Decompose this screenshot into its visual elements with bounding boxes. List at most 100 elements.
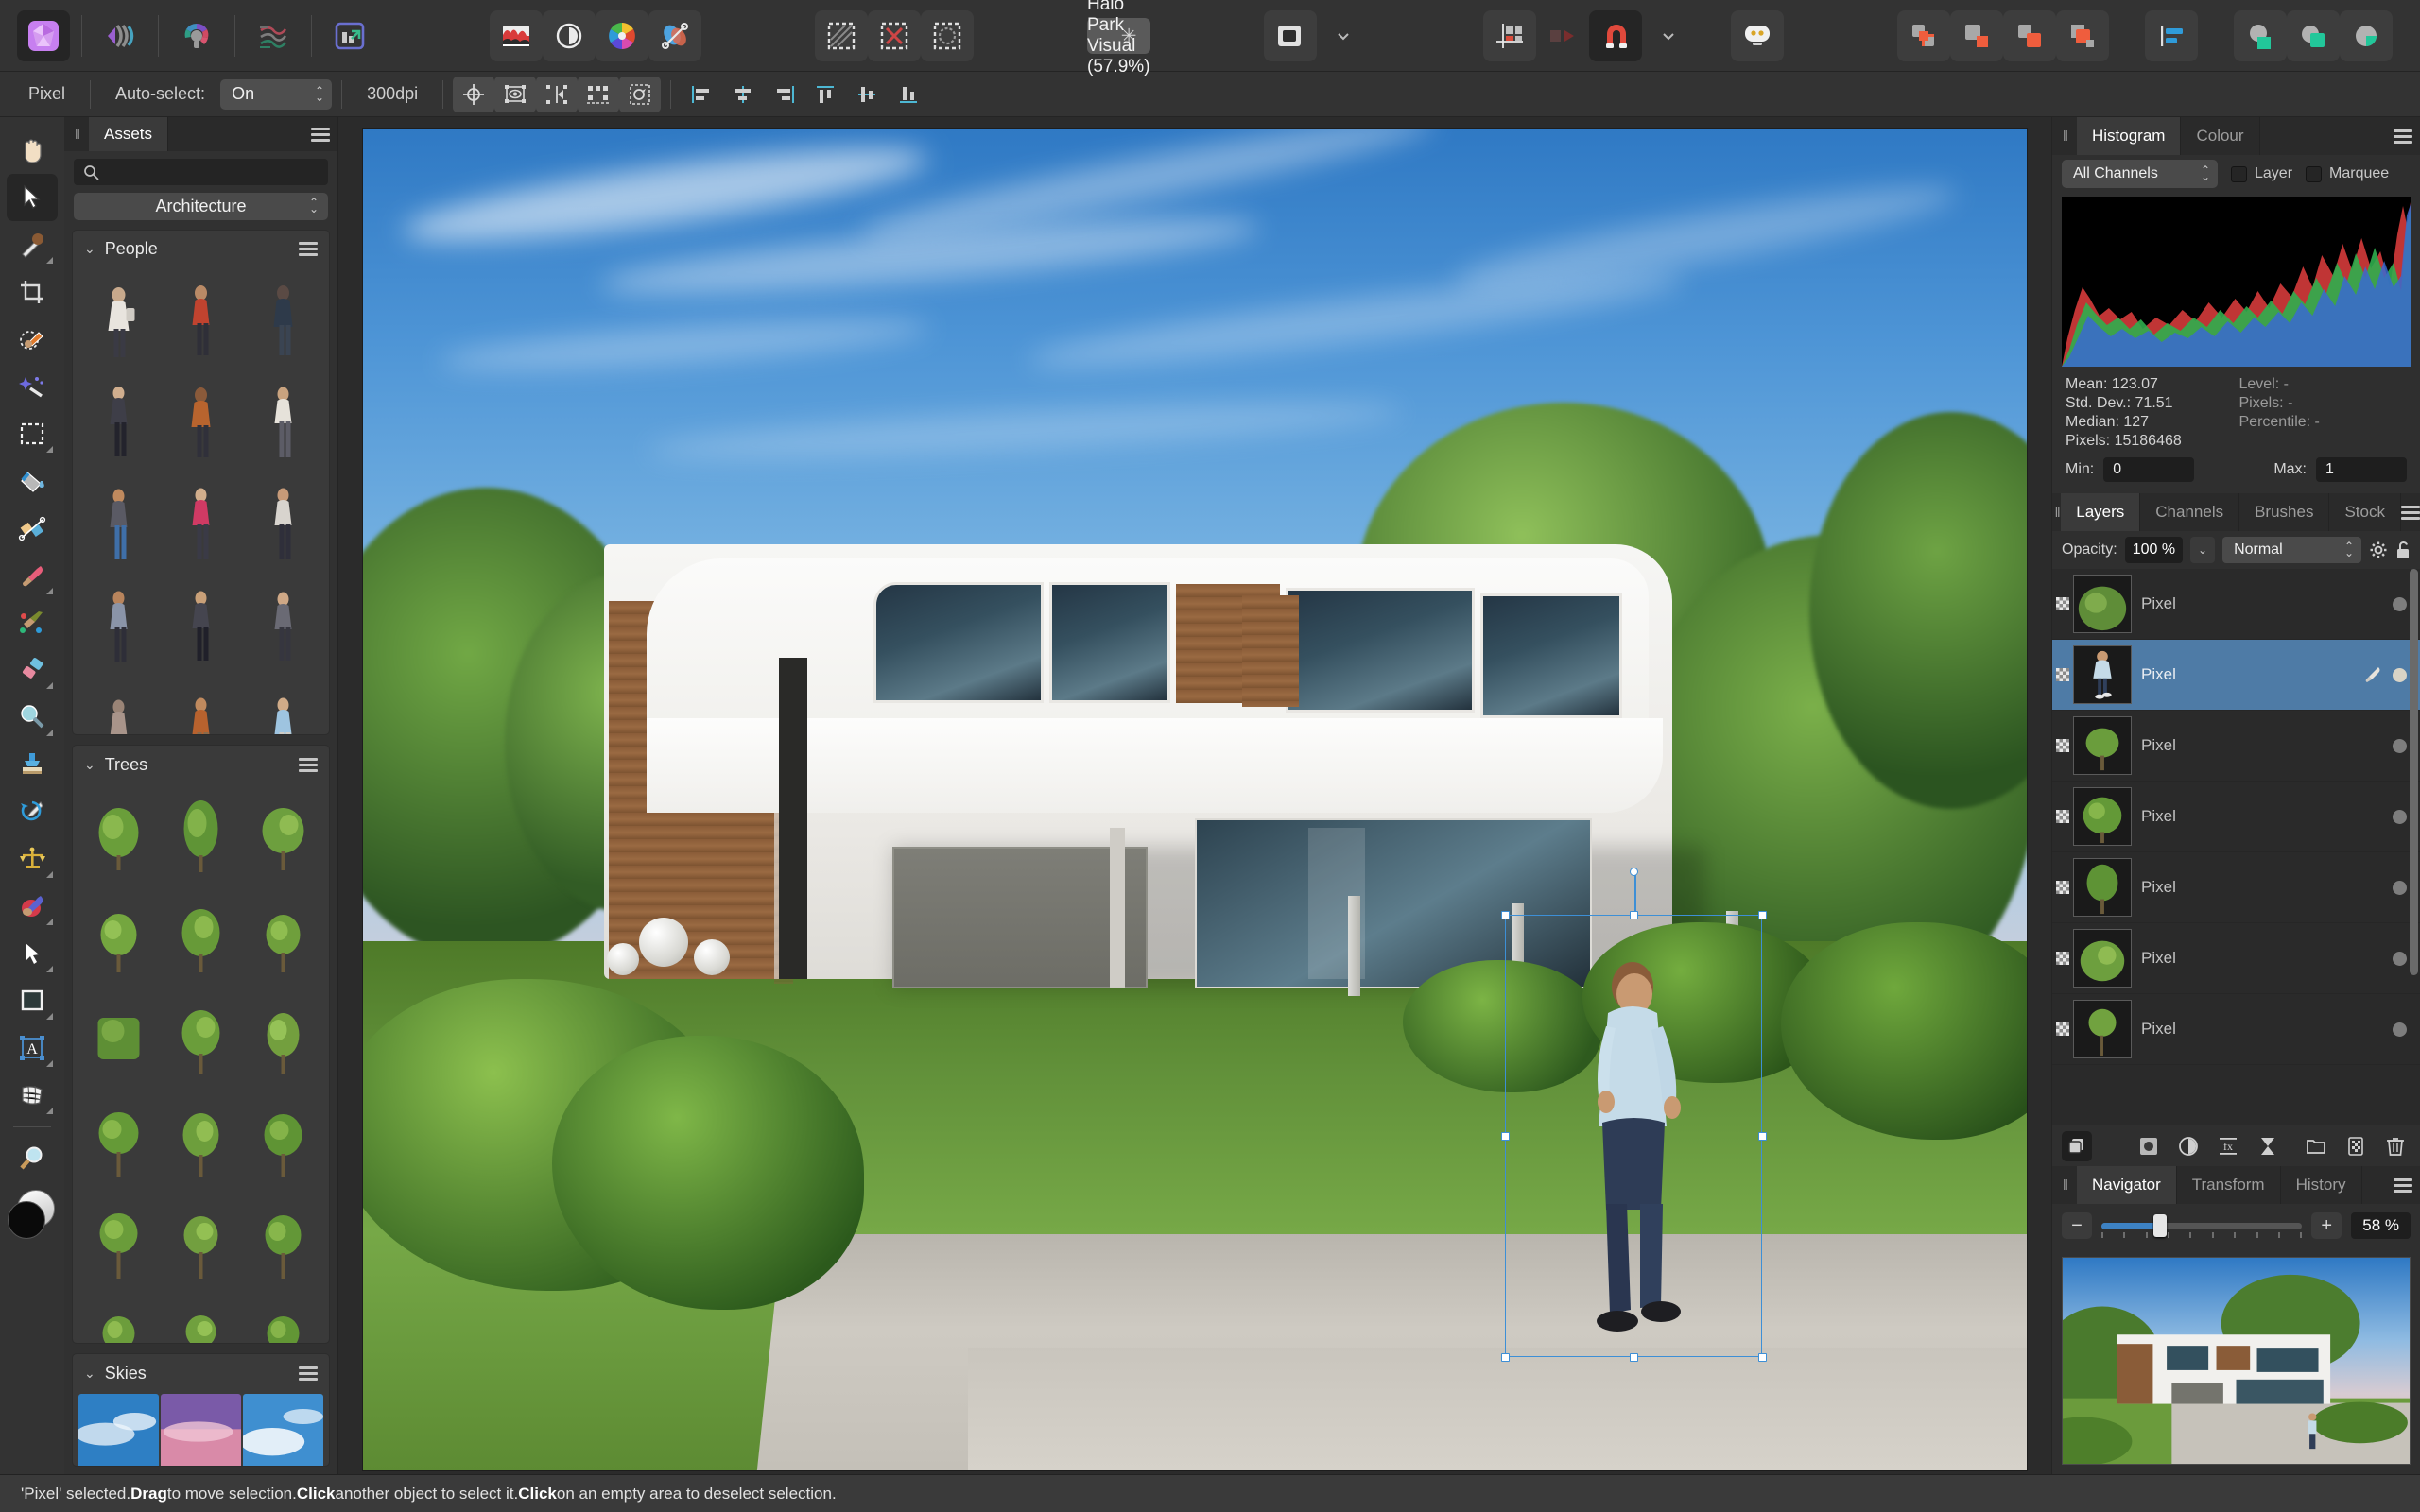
merge-icon[interactable] xyxy=(2286,9,2340,61)
align-middle-icon[interactable] xyxy=(847,77,889,112)
layers-panel-menu-icon[interactable] xyxy=(2401,493,2420,531)
paint-mixer-tool[interactable] xyxy=(7,599,58,646)
selection-handle-tr[interactable] xyxy=(1758,911,1767,919)
divide-icon[interactable] xyxy=(2055,9,2109,61)
align-icon[interactable] xyxy=(2144,9,2198,61)
layer-modes-icon[interactable] xyxy=(2062,1130,2092,1161)
marquee-checkbox[interactable]: Marquee xyxy=(2306,165,2389,182)
asset-thumb[interactable] xyxy=(161,1194,241,1295)
asset-thumb[interactable] xyxy=(243,989,323,1091)
table-row[interactable]: Pixel xyxy=(2052,640,2420,711)
tone-mapping-persona-icon[interactable] xyxy=(247,10,300,61)
canvas-area[interactable] xyxy=(338,117,2051,1474)
combine-icon[interactable] xyxy=(2233,9,2287,61)
add-group-icon[interactable] xyxy=(2301,1131,2331,1161)
table-row[interactable]: Pixel xyxy=(2052,782,2420,852)
tab-colour[interactable]: Colour xyxy=(2181,117,2260,155)
layer-selection-dot[interactable] xyxy=(2393,1022,2407,1037)
asset-groups-list[interactable]: ⌄ People ⌄ Trees ⌄ Skies xyxy=(64,229,337,1474)
add-pixel-layer-icon[interactable] xyxy=(2341,1131,2371,1161)
min-input[interactable]: 0 xyxy=(2103,457,2195,482)
align-top-icon[interactable] xyxy=(805,77,847,112)
adjustment-layer-icon[interactable] xyxy=(2173,1131,2204,1161)
navigator-panel-menu-icon[interactable] xyxy=(2386,1166,2420,1204)
layer-visibility-toggle[interactable] xyxy=(2052,782,2073,851)
opacity-dropdown-icon[interactable]: ⌄ xyxy=(2190,537,2216,563)
asset-thumb[interactable] xyxy=(78,1091,159,1193)
layer-edit-brush-icon[interactable] xyxy=(2364,665,2383,684)
asset-group-header[interactable]: ⌄ Skies xyxy=(73,1354,329,1392)
asset-thumb[interactable] xyxy=(243,473,323,575)
asset-category-dropdown[interactable]: Architecture ⌃ ⌄ xyxy=(74,192,328,220)
delete-layer-icon[interactable] xyxy=(2380,1131,2411,1161)
channel-dropdown[interactable]: All Channels ⌃ ⌄ xyxy=(2062,160,2218,188)
move-origin-icon[interactable] xyxy=(453,76,495,112)
snapping-icon[interactable] xyxy=(1588,9,1642,61)
selection-brush-tool[interactable] xyxy=(7,316,58,363)
align-left-icon[interactable] xyxy=(681,77,722,112)
foreground-colour-swatch[interactable] xyxy=(8,1201,45,1239)
inpainting-tool[interactable] xyxy=(7,883,58,930)
asset-group-menu-icon[interactable] xyxy=(299,757,318,772)
tab-brushes[interactable]: Brushes xyxy=(2239,493,2330,531)
layer-selection-dot[interactable] xyxy=(2393,738,2407,753)
asset-thumb[interactable] xyxy=(243,1091,323,1193)
asset-thumb[interactable] xyxy=(78,1194,159,1295)
dodge-burn-tool[interactable] xyxy=(7,835,58,883)
live-filter-icon[interactable] xyxy=(648,9,701,61)
asset-thumb[interactable] xyxy=(161,576,241,677)
select-all-icon[interactable] xyxy=(815,9,868,61)
selection-handle-bc[interactable] xyxy=(1630,1353,1638,1362)
align-center-icon[interactable] xyxy=(722,77,764,112)
layer-selection-dot[interactable] xyxy=(2393,596,2407,611)
colour-wheel-icon[interactable] xyxy=(596,9,648,61)
document-canvas[interactable] xyxy=(363,129,2027,1470)
photo-persona-icon[interactable] xyxy=(17,9,70,61)
zoom-slider[interactable] xyxy=(2101,1212,2303,1239)
auto-select-dropdown[interactable]: On ⌃ ⌄ xyxy=(220,78,333,110)
liquify-persona-icon[interactable] xyxy=(94,10,147,61)
layer-checkbox[interactable]: Layer xyxy=(2231,165,2292,182)
asset-thumb[interactable] xyxy=(78,371,159,472)
asset-thumb[interactable] xyxy=(243,887,323,988)
flood-fill-tool[interactable] xyxy=(7,457,58,505)
asset-thumb[interactable] xyxy=(243,371,323,472)
layer-visibility-toggle[interactable] xyxy=(2052,852,2073,922)
selection-handle-mr[interactable] xyxy=(1758,1132,1767,1141)
asset-thumb[interactable] xyxy=(78,473,159,575)
asset-group-menu-icon[interactable] xyxy=(299,242,318,257)
panel-grip-icon[interactable]: ‖ xyxy=(2052,493,2061,531)
clone-brush-tool[interactable] xyxy=(7,741,58,788)
layers-scrollbar[interactable] xyxy=(2410,569,2418,975)
selection-handle-ml[interactable] xyxy=(1501,1132,1510,1141)
asset-thumb[interactable] xyxy=(161,1394,241,1467)
zoom-in-button[interactable]: + xyxy=(2311,1212,2342,1239)
assistant-icon[interactable] xyxy=(1730,9,1784,61)
panel-grip-icon[interactable]: ‖ xyxy=(2052,117,2077,155)
panel-grip-icon[interactable]: ‖ xyxy=(64,117,89,151)
tab-assets[interactable]: Assets xyxy=(89,117,169,152)
assets-panel-menu-icon[interactable] xyxy=(303,117,337,151)
asset-thumb[interactable] xyxy=(161,989,241,1091)
asset-thumb[interactable] xyxy=(243,678,323,735)
layer-visibility-toggle[interactable] xyxy=(2052,711,2073,781)
asset-thumb[interactable] xyxy=(161,785,241,886)
erase-brush-tool[interactable] xyxy=(7,646,58,694)
subtract-icon[interactable] xyxy=(1949,9,2003,61)
document-tab[interactable]: Halo Park Visual (57.9%) ✳ xyxy=(1087,0,1150,77)
view-tool[interactable] xyxy=(7,127,58,174)
tab-channels[interactable]: Channels xyxy=(2140,493,2240,531)
artistic-text-tool[interactable]: A xyxy=(7,1024,58,1072)
settings-gear-icon[interactable] xyxy=(2369,541,2388,559)
tab-histogram[interactable]: Histogram xyxy=(2077,117,2182,155)
asset-thumb[interactable] xyxy=(78,887,159,988)
layer-visibility-toggle[interactable] xyxy=(2052,923,2073,993)
live-filter-layer-icon[interactable]: fx xyxy=(2213,1131,2243,1161)
snapping-dropdown-icon[interactable] xyxy=(1642,10,1695,61)
rectangle-tool[interactable] xyxy=(7,977,58,1024)
asset-thumb[interactable] xyxy=(161,1091,241,1193)
deselect-icon[interactable] xyxy=(868,9,921,61)
histogram-panel-menu-icon[interactable] xyxy=(2386,117,2420,155)
mask-icon[interactable] xyxy=(1263,9,1317,61)
tab-transform[interactable]: Transform xyxy=(2177,1166,2281,1204)
